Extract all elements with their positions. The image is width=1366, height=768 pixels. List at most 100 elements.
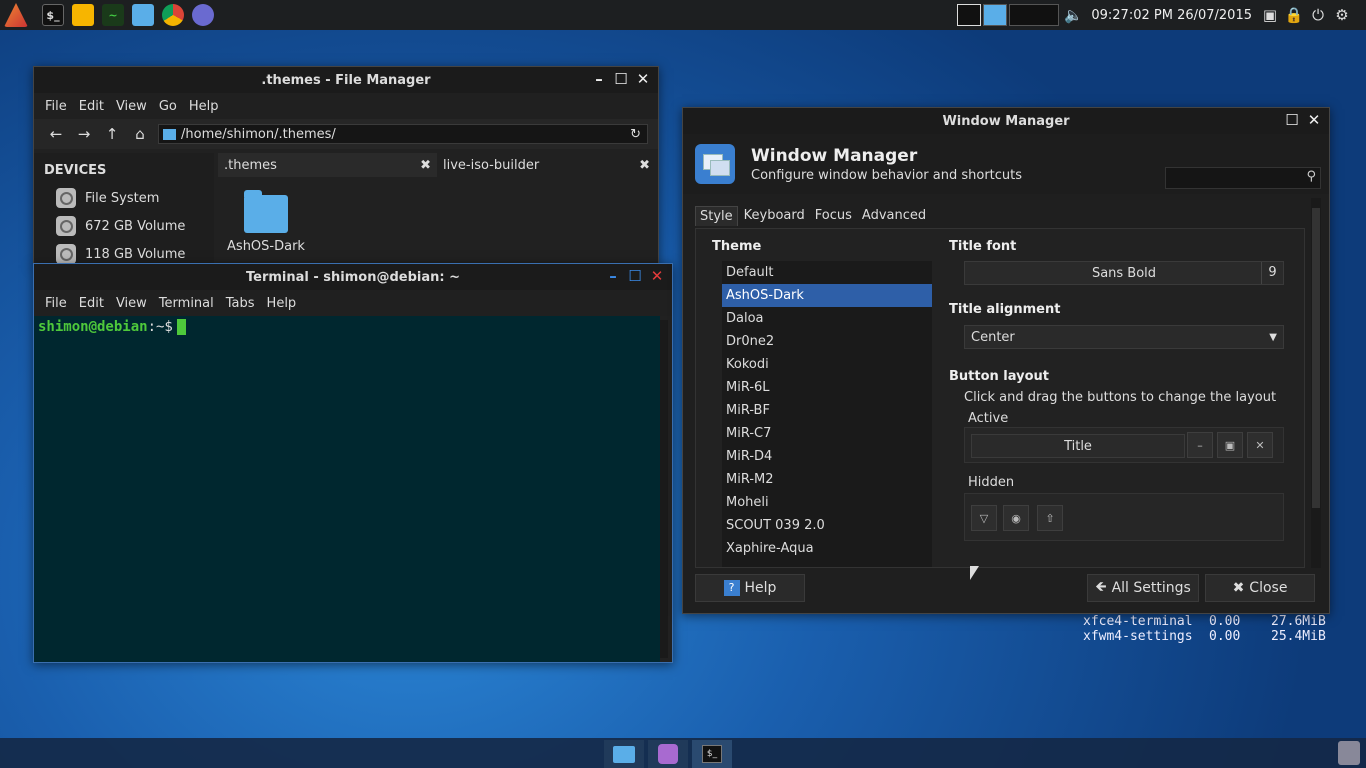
menu-tabs[interactable]: Tabs — [226, 296, 255, 311]
menu-help[interactable]: Help — [189, 99, 219, 114]
stick-slot-icon[interactable]: ◉ — [1003, 505, 1029, 531]
theme-item[interactable]: Daloa — [722, 307, 932, 330]
back-arrow-icon: 🡸 — [1095, 579, 1107, 595]
settings-icon[interactable]: ⚙ — [1330, 0, 1354, 30]
back-icon[interactable]: ← — [42, 125, 70, 143]
maximize-icon[interactable]: ☐ — [612, 69, 630, 89]
theme-item[interactable]: AshOS-Dark — [722, 284, 932, 307]
up-icon[interactable]: ↑ — [98, 125, 126, 143]
tab-live-iso-builder[interactable]: live-iso-builder ✖ — [437, 153, 656, 177]
theme-item[interactable]: MiR-6L — [722, 376, 932, 399]
file-manager-titlebar[interactable]: .themes - File Manager – ☐ ✕ — [34, 67, 658, 93]
pidgin-icon[interactable] — [192, 4, 214, 26]
close-tab-icon[interactable]: ✖ — [639, 158, 650, 173]
theme-item[interactable]: Dr0ne2 — [722, 330, 932, 353]
theme-item[interactable]: Default — [722, 261, 932, 284]
minimize-icon[interactable]: – — [604, 266, 622, 286]
theme-item[interactable]: MiR-C7 — [722, 422, 932, 445]
close-icon[interactable]: ✕ — [648, 266, 666, 286]
close-slot-icon[interactable]: ✕ — [1247, 432, 1273, 458]
menu-file[interactable]: File — [45, 99, 67, 114]
close-icon[interactable]: ✕ — [634, 69, 652, 89]
file-manager-window: .themes - File Manager – ☐ ✕ File Edit V… — [33, 66, 659, 267]
menu-edit[interactable]: Edit — [79, 296, 104, 311]
theme-list[interactable]: Default AshOS-Dark Daloa Dr0ne2 Kokodi MiR-6L… — [722, 261, 932, 567]
chrome-icon[interactable] — [162, 4, 184, 26]
tab-focus[interactable]: Focus — [811, 206, 856, 226]
scrollbar[interactable] — [1311, 198, 1321, 568]
menu-go[interactable]: Go — [159, 99, 177, 114]
theme-item[interactable]: MiR-M2 — [722, 468, 932, 491]
hidden-buttons-frame: ▽ ◉ ⇧ — [964, 493, 1284, 541]
tab-style[interactable]: Style — [695, 206, 738, 226]
theme-item[interactable]: Kokodi — [722, 353, 932, 376]
system-monitor-icon[interactable]: ~ — [102, 4, 124, 26]
lock-icon[interactable]: 🔒 — [1282, 0, 1306, 30]
scrollbar[interactable] — [660, 320, 668, 658]
terminal-icon[interactable]: $_ — [42, 4, 64, 26]
theme-item[interactable]: MiR-BF — [722, 399, 932, 422]
notification-icon[interactable]: ▣ — [1258, 0, 1282, 30]
app-menu-icon[interactable] — [4, 3, 28, 27]
title-alignment-select[interactable]: Center ▼ — [964, 325, 1284, 349]
shade-slot-icon[interactable]: ⇧ — [1037, 505, 1063, 531]
theme-item[interactable]: Moheli — [722, 491, 932, 514]
dock-terminal-icon[interactable]: $_ — [692, 740, 732, 768]
menu-help[interactable]: Help — [267, 296, 297, 311]
button-layout-hint: Click and drag the buttons to change the… — [964, 390, 1277, 405]
volume-icon[interactable]: 🔈 — [1061, 0, 1085, 30]
title-font-button[interactable]: Sans Bold 9 — [964, 261, 1284, 285]
minimize-icon[interactable]: – — [590, 69, 608, 89]
disk-icon — [56, 188, 76, 208]
theme-item[interactable]: MiR-D4 — [722, 445, 932, 468]
dock-settings-icon[interactable] — [648, 740, 688, 768]
theme-item[interactable]: Xaphire-Aqua — [722, 537, 932, 560]
files-icon[interactable] — [132, 4, 154, 26]
header-subtitle: Configure window behavior and shortcuts — [751, 167, 1023, 183]
workspace-2[interactable] — [983, 4, 1008, 26]
tab-keyboard[interactable]: Keyboard — [740, 206, 809, 226]
wm-titlebar[interactable]: Window Manager ☐ ✕ — [683, 108, 1329, 134]
all-settings-label: All Settings — [1111, 580, 1191, 596]
forward-icon[interactable]: → — [70, 125, 98, 143]
theme-item[interactable]: SCOUT 039 2.0 — [722, 514, 932, 537]
window-manager-dialog: Window Manager ☐ ✕ Window Manager Config… — [682, 107, 1330, 614]
sidebar-item-672gb[interactable]: 672 GB Volume — [34, 212, 214, 240]
search-input[interactable]: ⚲ — [1165, 167, 1321, 189]
active-buttons-frame: Title – ▣ ✕ — [964, 427, 1284, 463]
trash-icon[interactable] — [1338, 741, 1360, 765]
sidebar-item-label: File System — [85, 190, 160, 206]
tab-themes[interactable]: .themes ✖ — [218, 153, 437, 177]
folder-item[interactable]: AshOS-Dark — [226, 190, 306, 254]
terminal-output[interactable]: shimon@debian:~$ — [34, 316, 660, 662]
maximize-slot-icon[interactable]: ▣ — [1217, 432, 1243, 458]
maximize-icon[interactable]: ☐ — [626, 266, 644, 286]
help-button[interactable]: ? Help — [695, 574, 805, 602]
sidebar-item-filesystem[interactable]: File System — [34, 184, 214, 212]
location-bar[interactable]: /home/shimon/.themes/ ↻ — [158, 124, 648, 144]
workspace-1[interactable] — [957, 4, 982, 26]
clock[interactable]: 09:27:02 PM 26/07/2015 — [1085, 8, 1258, 23]
title-slot[interactable]: Title — [971, 434, 1185, 458]
disk-icon — [56, 216, 76, 236]
fruit-icon[interactable] — [72, 4, 94, 26]
terminal-titlebar[interactable]: Terminal - shimon@debian: ~ – ☐ ✕ — [34, 264, 672, 290]
maximize-icon[interactable]: ☐ — [1283, 110, 1301, 130]
close-tab-icon[interactable]: ✖ — [420, 158, 431, 173]
power-icon[interactable]: ⏻ — [1306, 0, 1330, 30]
menu-slot-icon[interactable]: ▽ — [971, 505, 997, 531]
reload-icon[interactable]: ↻ — [630, 127, 641, 142]
menu-view[interactable]: View — [116, 296, 147, 311]
menu-edit[interactable]: Edit — [79, 99, 104, 114]
minimize-slot-icon[interactable]: – — [1187, 432, 1213, 458]
menu-terminal[interactable]: Terminal — [159, 296, 214, 311]
tab-advanced[interactable]: Advanced — [858, 206, 930, 226]
menu-file[interactable]: File — [45, 296, 67, 311]
workspace-3[interactable] — [1009, 4, 1060, 26]
all-settings-button[interactable]: 🡸 All Settings — [1087, 574, 1199, 602]
close-icon[interactable]: ✕ — [1305, 110, 1323, 130]
menu-view[interactable]: View — [116, 99, 147, 114]
dock-files-icon[interactable] — [604, 740, 644, 768]
home-icon[interactable]: ⌂ — [126, 125, 154, 143]
close-button[interactable]: ✖ Close — [1205, 574, 1315, 602]
